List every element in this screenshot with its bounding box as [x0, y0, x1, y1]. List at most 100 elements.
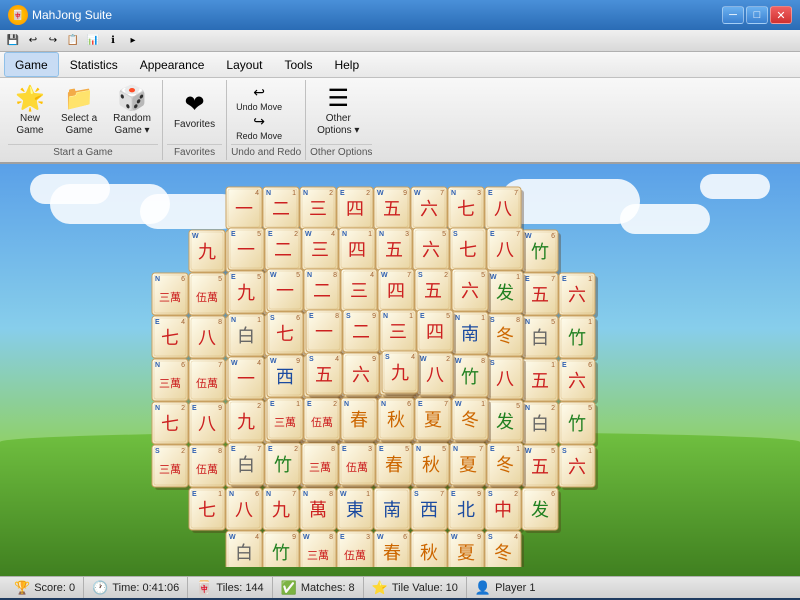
menu-layout[interactable]: Layout: [215, 52, 273, 77]
tile[interactable]: 春W6: [374, 531, 413, 567]
tile[interactable]: 一4: [226, 187, 265, 232]
tile[interactable]: 三4: [341, 269, 380, 314]
favorites-button[interactable]: ❤ Favorites: [167, 83, 222, 141]
tile[interactable]: 三萬E1: [267, 398, 306, 443]
tile[interactable]: 七N2: [152, 402, 191, 447]
tile[interactable]: 六5: [452, 269, 491, 314]
tile[interactable]: 秋: [411, 531, 450, 567]
menu-appearance[interactable]: Appearance: [129, 52, 216, 77]
tile[interactable]: 東W1: [337, 488, 376, 533]
tile[interactable]: 七S: [450, 228, 489, 273]
tile[interactable]: 二S9: [343, 310, 382, 355]
new-game-button[interactable]: 🌟 NewGame: [8, 83, 52, 141]
select-game-button[interactable]: 📁 Select aGame: [54, 83, 104, 141]
tile[interactable]: 六E6: [559, 359, 598, 404]
qb-help-button[interactable]: ℹ: [104, 32, 122, 50]
tile[interactable]: 九2: [228, 400, 267, 445]
tile[interactable]: 三N1: [380, 310, 419, 355]
tile[interactable]: 三N2: [300, 187, 339, 232]
menu-help[interactable]: Help: [323, 52, 370, 77]
tile[interactable]: 夏E7: [415, 398, 454, 443]
tile[interactable]: 八8: [189, 316, 228, 361]
menu-game[interactable]: Game: [4, 52, 59, 77]
tile[interactable]: 竹W6: [522, 230, 561, 275]
tile[interactable]: 萬N8: [300, 488, 339, 533]
qb-redo-button[interactable]: ↪: [44, 32, 62, 50]
tile[interactable]: 一W5: [267, 269, 306, 314]
tile[interactable]: 二N1: [263, 187, 302, 232]
tile[interactable]: 发6: [522, 488, 561, 533]
tile[interactable]: 六E1: [559, 273, 598, 318]
maximize-button[interactable]: □: [746, 6, 768, 24]
titlebar-controls[interactable]: ─ □ ✕: [722, 6, 792, 24]
random-game-button[interactable]: 🎲 RandomGame ▾: [106, 83, 158, 141]
tile[interactable]: 六W7: [411, 187, 450, 232]
tile[interactable]: 五E7: [522, 273, 561, 318]
tile[interactable]: 发W1: [487, 271, 526, 316]
qb-save-button[interactable]: 💾: [4, 32, 22, 50]
tile[interactable]: 白N5: [522, 316, 561, 361]
tile[interactable]: 一W4: [228, 357, 267, 402]
tile[interactable]: 南N1: [452, 312, 491, 357]
tile[interactable]: 九S4: [382, 351, 421, 396]
tile[interactable]: 春E5: [376, 443, 415, 488]
tile[interactable]: 四E2: [337, 187, 376, 232]
tile[interactable]: 白E7: [228, 443, 267, 488]
tile[interactable]: 三萬S2: [152, 445, 191, 490]
tile[interactable]: 中S2: [485, 488, 524, 533]
tile[interactable]: 北E9: [448, 488, 487, 533]
tile[interactable]: 八E7: [487, 228, 526, 273]
qb-undo-button[interactable]: ↩: [24, 32, 42, 50]
tile[interactable]: 七N3: [448, 187, 487, 232]
tile[interactable]: 伍萬5: [189, 273, 228, 318]
tile[interactable]: 三萬N6: [152, 273, 191, 318]
tile[interactable]: 三萬W8: [300, 531, 339, 567]
tile[interactable]: 伍萬E8: [189, 445, 228, 490]
menu-statistics[interactable]: Statistics: [59, 52, 129, 77]
tile[interactable]: 八N6: [226, 488, 265, 533]
redo-move-button[interactable]: ↪ Redo Move: [231, 113, 287, 140]
tile[interactable]: 八S: [487, 357, 526, 402]
other-options-button[interactable]: ☰ OtherOptions ▾: [310, 83, 366, 141]
tile[interactable]: 春N: [341, 398, 380, 443]
minimize-button[interactable]: ─: [722, 6, 744, 24]
tile[interactable]: 秋N6: [378, 398, 417, 443]
qb-stats-button[interactable]: 📊: [84, 32, 102, 50]
tile[interactable]: 冬S4: [485, 531, 524, 567]
tile[interactable]: 四N1: [339, 228, 378, 273]
tile[interactable]: 五1: [522, 359, 561, 404]
tile[interactable]: 白W4: [226, 531, 265, 567]
tile[interactable]: 伍萬E2: [304, 398, 343, 443]
tile[interactable]: 伍萬E3: [337, 531, 376, 567]
tile[interactable]: 西S7: [411, 488, 450, 533]
tile[interactable]: 八E7: [485, 187, 524, 232]
tile[interactable]: 八E9: [189, 402, 228, 447]
tile[interactable]: 三萬8: [302, 443, 341, 488]
tile[interactable]: 二E2: [265, 228, 304, 273]
tile[interactable]: 夏W9: [448, 531, 487, 567]
tile[interactable]: 西W9: [267, 355, 306, 400]
tile[interactable]: 九N7: [263, 488, 302, 533]
tile[interactable]: 三W4: [302, 228, 341, 273]
tile[interactable]: 一E8: [306, 310, 345, 355]
tile[interactable]: 七E4: [152, 316, 191, 361]
tile[interactable]: 六S1: [559, 445, 598, 490]
tile[interactable]: 竹1: [559, 316, 598, 361]
menu-tools[interactable]: Tools: [273, 52, 323, 77]
tile[interactable]: 伍萬7: [189, 359, 228, 404]
undo-move-button[interactable]: ↩ Undo Move: [231, 84, 287, 111]
tile[interactable]: 伍萬E3: [339, 443, 378, 488]
qb-copy-button[interactable]: 📋: [64, 32, 82, 50]
tile[interactable]: 六5: [413, 228, 452, 273]
qb-expand-button[interactable]: ▸: [124, 32, 142, 50]
tile[interactable]: 二N8: [304, 269, 343, 314]
tile[interactable]: 四E5: [417, 310, 456, 355]
mahjong-board[interactable]: 一4二N1三N2四E2五W9六W7七N3八E7九W萬N8東S1南9西W2北W6中…: [105, 182, 695, 567]
tile[interactable]: 五S4: [306, 353, 345, 398]
tile[interactable]: 三萬N6: [152, 359, 191, 404]
tile[interactable]: 四W7: [378, 269, 417, 314]
tile[interactable]: 发5: [487, 400, 526, 445]
tile[interactable]: 七S6: [267, 312, 306, 357]
tile[interactable]: 夏N7: [450, 443, 489, 488]
tile[interactable]: 白N1: [228, 314, 267, 359]
